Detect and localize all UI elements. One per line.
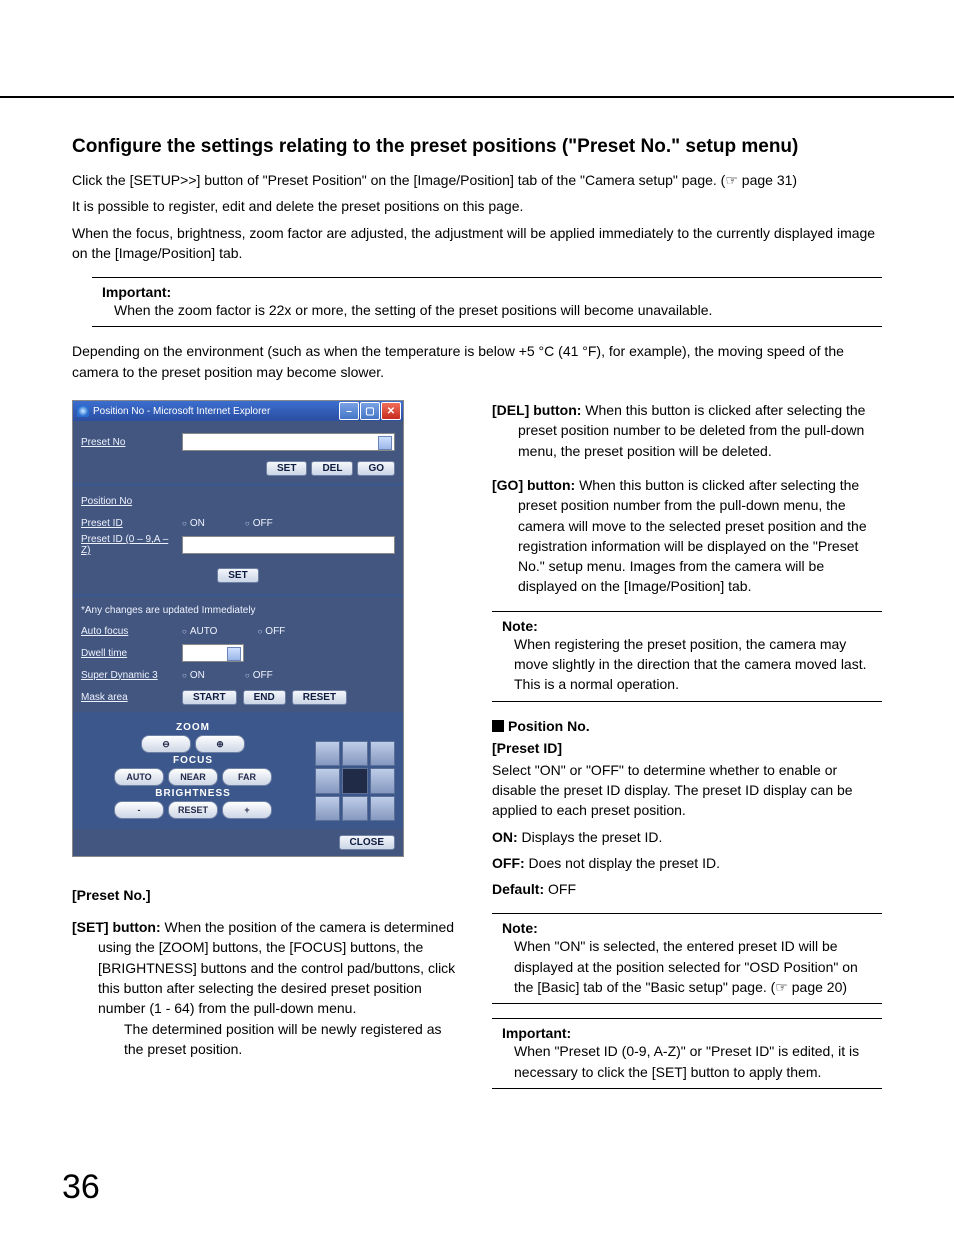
page-number: 36 — [62, 1168, 100, 1207]
position-no-label: Position No — [81, 496, 176, 507]
focus-auto-button[interactable]: AUTO — [114, 768, 164, 786]
sd3-on-radio[interactable]: ON — [182, 670, 205, 681]
set2-button[interactable]: SET — [217, 568, 258, 583]
preset-id-on-radio[interactable]: ON — [182, 518, 205, 529]
dwell-time-select[interactable] — [182, 644, 244, 662]
important-box-1: Important: When the zoom factor is 22x o… — [92, 277, 882, 327]
auto-focus-auto-radio[interactable]: AUTO — [182, 626, 217, 637]
sd3-off-radio[interactable]: OFF — [245, 670, 273, 681]
position-no-section-head: Position No. — [492, 718, 882, 734]
zoom-out-button[interactable]: ⊖ — [141, 735, 191, 753]
note-box-1: Note: When registering the preset positi… — [492, 611, 882, 702]
auto-focus-label: Auto focus — [81, 626, 176, 637]
maximize-button[interactable]: ▢ — [360, 402, 380, 420]
note1-label: Note: — [502, 618, 872, 634]
go-button-desc-label: [GO] button: — [492, 477, 575, 493]
auto-focus-off-radio[interactable]: OFF — [257, 626, 285, 637]
ie-icon — [77, 405, 89, 417]
important-label: Important: — [102, 284, 872, 300]
zoom-title: ZOOM — [81, 722, 305, 733]
preset-no-label: Preset No — [81, 437, 176, 448]
preset-id-label: Preset ID — [81, 518, 176, 529]
preset-id-head: [Preset ID] — [492, 740, 882, 756]
preset-id-range-label: Preset ID (0 – 9,A – Z) — [81, 534, 176, 556]
note1-text: When registering the preset position, th… — [502, 634, 872, 695]
window-close-button[interactable]: ✕ — [381, 402, 401, 420]
mask-reset-button[interactable]: RESET — [292, 690, 347, 705]
important-box-2: Important: When "Preset ID (0-9, A-Z)" o… — [492, 1018, 882, 1089]
del-button-desc: [DEL] button: When this button is clicke… — [492, 400, 882, 461]
preset-id-off-radio[interactable]: OFF — [245, 518, 273, 529]
control-pad[interactable] — [315, 741, 395, 821]
preset-id-off-line: OFF: Does not display the preset ID. — [492, 853, 882, 873]
ie-window-title: Position No - Microsoft Internet Explore… — [93, 406, 339, 417]
ie-titlebar: Position No - Microsoft Internet Explore… — [73, 401, 403, 421]
focus-title: FOCUS — [81, 755, 305, 766]
preset-id-text: Select "ON" or "OFF" to determine whethe… — [492, 760, 882, 821]
focus-far-button[interactable]: FAR — [222, 768, 272, 786]
preset-id-default-line: Default: OFF — [492, 879, 882, 899]
preset-id-input[interactable] — [182, 536, 395, 554]
mask-start-button[interactable]: START — [182, 690, 237, 705]
note2-label: Note: — [502, 920, 872, 936]
dwell-time-label: Dwell time — [81, 648, 176, 659]
set-button-desc: [SET] button: When the position of the c… — [72, 917, 462, 1059]
intro-line-2: It is possible to register, edit and del… — [72, 196, 882, 216]
brightness-title: BRIGHTNESS — [81, 788, 305, 799]
brightness-plus-button[interactable]: + — [222, 801, 272, 819]
set-button[interactable]: SET — [266, 461, 307, 476]
set-button-desc-label: [SET] button: — [72, 919, 161, 935]
del-button-desc-label: [DEL] button: — [492, 402, 581, 418]
important2-text: When "Preset ID (0-9, A-Z)" or "Preset I… — [502, 1041, 872, 1082]
preset-id-on-line: ON: Displays the preset ID. — [492, 827, 882, 847]
zoom-in-button[interactable]: ⊕ — [195, 735, 245, 753]
set-button-desc-cont: The determined position will be newly re… — [98, 1019, 462, 1060]
intro-line-3: When the focus, brightness, zoom factor … — [72, 223, 882, 264]
brightness-reset-button[interactable]: RESET — [168, 801, 218, 819]
mask-end-button[interactable]: END — [243, 690, 286, 705]
after-important-text: Depending on the environment (such as wh… — [72, 341, 882, 382]
page-title: Configure the settings relating to the p… — [72, 136, 882, 158]
important-text: When the zoom factor is 22x or more, the… — [102, 300, 872, 320]
del-button[interactable]: DEL — [311, 461, 353, 476]
note-box-2: Note: When "ON" is selected, the entered… — [492, 913, 882, 1004]
mask-area-label: Mask area — [81, 692, 176, 703]
close-button[interactable]: CLOSE — [339, 835, 395, 850]
brightness-minus-button[interactable]: - — [114, 801, 164, 819]
go-button-desc: [GO] button: When this button is clicked… — [492, 475, 882, 597]
preset-no-select[interactable] — [182, 433, 395, 451]
sd3-label: Super Dynamic 3 — [81, 670, 176, 681]
ie-window: Position No - Microsoft Internet Explore… — [72, 400, 404, 857]
focus-near-button[interactable]: NEAR — [168, 768, 218, 786]
minimize-button[interactable]: – — [339, 402, 359, 420]
intro-line-1: Click the [SETUP>>] button of "Preset Po… — [72, 170, 882, 190]
note2-text: When "ON" is selected, the entered prese… — [502, 936, 872, 997]
preset-no-heading: [Preset No.] — [72, 887, 462, 903]
important2-label: Important: — [502, 1025, 872, 1041]
update-note: *Any changes are updated Immediately — [81, 601, 395, 620]
go-button[interactable]: GO — [357, 461, 395, 476]
